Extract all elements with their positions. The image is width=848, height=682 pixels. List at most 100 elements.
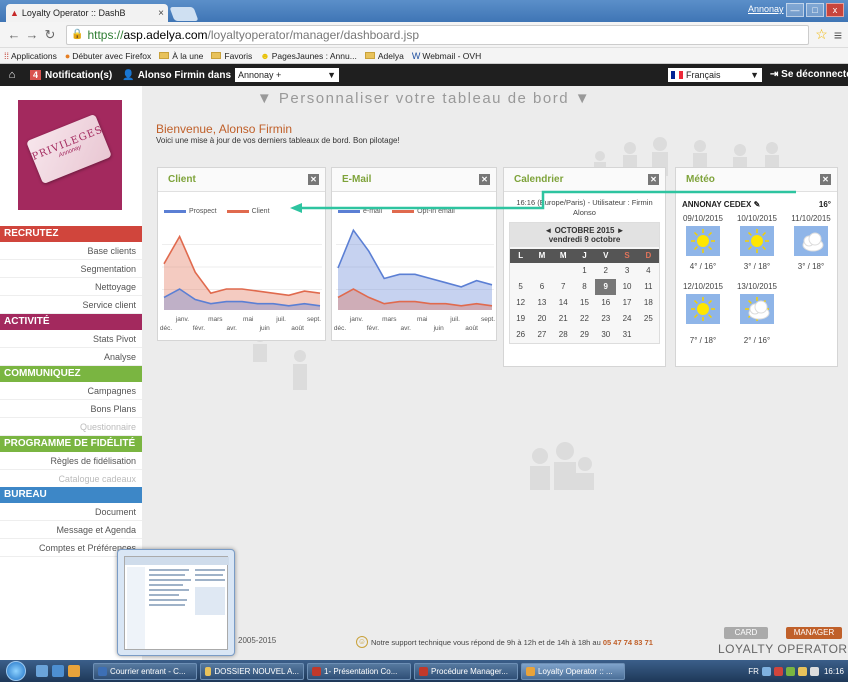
menu-icon[interactable]: ≡: [834, 27, 842, 43]
calendar-day-cell[interactable]: 4: [638, 263, 659, 279]
tab-close-icon[interactable]: ×: [158, 8, 164, 19]
sidebar-item-document[interactable]: Document: [0, 503, 142, 521]
meteo-location[interactable]: ANNONAY CEDEX ✎: [682, 200, 760, 209]
taskbar-button[interactable]: 1- Présentation Co...: [307, 662, 411, 680]
sidebar-item-base-clients[interactable]: Base clients: [0, 242, 142, 260]
calendar-day-cell[interactable]: 26: [510, 327, 531, 343]
calendar-day-cell[interactable]: 18: [638, 295, 659, 311]
calendar-month-nav[interactable]: ◄ OCTOBRE 2015 ►: [510, 226, 659, 235]
logout-button[interactable]: ⇥ Se déconnecter: [770, 69, 848, 80]
bookmark-favoris[interactable]: Favoris: [211, 51, 252, 61]
calendar-day-cell[interactable]: 25: [638, 311, 659, 327]
calendar-day-cell[interactable]: 14: [553, 295, 574, 311]
bookmark-pagesjaunes[interactable]: ☻ PagesJaunes : Annu...: [260, 51, 357, 61]
bookmark-adelya[interactable]: Adelya: [364, 51, 404, 61]
calendar-day-cell[interactable]: 30: [595, 327, 616, 343]
start-button[interactable]: [0, 660, 32, 682]
calendar-day-cell[interactable]: 29: [574, 327, 595, 343]
city-select[interactable]: Annonay + ▼: [235, 68, 340, 82]
close-icon[interactable]: ✕: [479, 174, 490, 185]
language-select[interactable]: Français ▼: [668, 68, 762, 82]
close-window-button[interactable]: x: [826, 3, 844, 17]
taskbar-button[interactable]: Courrier entrant - C...: [93, 662, 197, 680]
manager-badge[interactable]: MANAGER: [786, 627, 842, 639]
calendar-day-cell[interactable]: 8: [574, 279, 595, 295]
reload-icon[interactable]: ↻: [42, 27, 58, 43]
bookmark-webmail[interactable]: W Webmail - OVH: [412, 51, 481, 61]
calendar-day-cell[interactable]: 6: [531, 279, 552, 295]
bookmark-une[interactable]: À la une: [159, 51, 203, 61]
calendar-day-cell[interactable]: 5: [510, 279, 531, 295]
taskbar-thumbnail-preview[interactable]: [117, 549, 235, 656]
tray-app-icon[interactable]: [797, 666, 807, 676]
calendar-day-cell[interactable]: 15: [574, 295, 595, 311]
section-communiquez[interactable]: COMMUNIQUEZ: [0, 366, 142, 382]
calendar-day-cell[interactable]: 3: [616, 263, 637, 279]
calendar-day-cell[interactable]: 23: [595, 311, 616, 327]
sidebar-item-regles-fidelisation[interactable]: Règles de fidélisation: [0, 452, 142, 470]
quicklaunch-media-icon[interactable]: [68, 665, 80, 677]
tray-network-icon[interactable]: [761, 666, 771, 676]
bookmark-star-icon[interactable]: ☆: [815, 26, 828, 43]
calendar-day-cell[interactable]: 19: [510, 311, 531, 327]
sidebar-item-campagnes[interactable]: Campagnes: [0, 382, 142, 400]
sidebar-item-nettoyage[interactable]: Nettoyage: [0, 278, 142, 296]
taskbar-button[interactable]: Loyalty Operator :: ...: [521, 662, 625, 680]
back-icon[interactable]: ←: [6, 27, 22, 42]
calendar-day-cell[interactable]: 9: [595, 279, 617, 295]
calendar-day-cell[interactable]: 13: [531, 295, 552, 311]
tray-clock[interactable]: 16:16: [824, 667, 844, 676]
calendar-day-cell[interactable]: 17: [616, 295, 637, 311]
browser-tab[interactable]: ▲ Loyalty Operator :: DashB ×: [6, 4, 168, 22]
calendar-day-cell[interactable]: 20: [531, 311, 552, 327]
section-recrutez[interactable]: RECRUTEZ: [0, 226, 142, 242]
calendar-day-cell[interactable]: 2: [595, 263, 616, 279]
calendar-day-cell[interactable]: 22: [574, 311, 595, 327]
section-programme-fidelite[interactable]: PROGRAMME DE FIDÉLITÉ: [0, 436, 142, 452]
calendar-day-cell[interactable]: 21: [553, 311, 574, 327]
calendar-day-cell[interactable]: 28: [553, 327, 574, 343]
bookmark-firefox[interactable]: ● Débuter avec Firefox: [65, 51, 151, 61]
section-activite[interactable]: ACTIVITÉ: [0, 314, 142, 330]
sidebar-item-analyse[interactable]: Analyse: [0, 348, 142, 366]
minimize-button[interactable]: —: [786, 3, 804, 17]
close-icon[interactable]: ✕: [648, 174, 659, 185]
tray-language[interactable]: FR: [748, 667, 759, 676]
quicklaunch-ie-icon[interactable]: [52, 665, 64, 677]
calendar-day-cell[interactable]: 11: [638, 279, 659, 295]
tray-volume-icon[interactable]: [809, 666, 819, 676]
close-icon[interactable]: ✕: [308, 174, 319, 185]
calendar-day-cell[interactable]: 16: [595, 295, 616, 311]
maximize-button[interactable]: □: [806, 3, 824, 17]
calendar-day-cell[interactable]: 24: [616, 311, 637, 327]
new-tab-button[interactable]: [169, 7, 199, 21]
calendar-day-cell[interactable]: 31: [616, 327, 637, 343]
taskbar-button[interactable]: DOSSIER NOUVEL A...: [200, 662, 304, 680]
url-field[interactable]: 🔒 https://asp.adelya.com/loyaltyoperator…: [66, 24, 810, 45]
close-icon[interactable]: ✕: [820, 174, 831, 185]
sidebar-item-stats-pivot[interactable]: Stats Pivot: [0, 330, 142, 348]
home-icon[interactable]: ⌂: [0, 69, 24, 81]
tray-antivirus-icon[interactable]: [773, 666, 783, 676]
pencil-icon[interactable]: ✎: [754, 200, 761, 209]
quicklaunch-explorer-icon[interactable]: [36, 665, 48, 677]
notifications-button[interactable]: 4 Notification(s): [30, 70, 112, 81]
calendar-day-cell[interactable]: 12: [510, 295, 531, 311]
window-user[interactable]: Annonay: [748, 4, 784, 14]
sidebar-item-segmentation[interactable]: Segmentation: [0, 260, 142, 278]
bookmark-apps[interactable]: ⁞⁞ Applications: [4, 51, 57, 61]
sidebar-item-bons-plans[interactable]: Bons Plans: [0, 400, 142, 418]
calendar-day-cell[interactable]: 7: [553, 279, 574, 295]
card-badge[interactable]: CARD: [724, 627, 768, 639]
section-bureau[interactable]: BUREAU: [0, 487, 142, 503]
taskbar-button[interactable]: Procédure Manager...: [414, 662, 518, 680]
calendar-day-cell[interactable]: 1: [574, 263, 595, 279]
sidebar-item-message-agenda[interactable]: Message et Agenda: [0, 521, 142, 539]
calendar-day-cell[interactable]: 10: [616, 279, 637, 295]
tray-update-icon[interactable]: [785, 666, 795, 676]
sidebar-item-questionnaire[interactable]: Questionnaire: [0, 418, 142, 436]
calendar-day-cell[interactable]: 27: [531, 327, 552, 343]
sidebar-item-catalogue-cadeaux[interactable]: Catalogue cadeaux: [0, 470, 142, 488]
sidebar-item-service-client[interactable]: Service client: [0, 296, 142, 314]
forward-icon[interactable]: →: [24, 27, 40, 42]
